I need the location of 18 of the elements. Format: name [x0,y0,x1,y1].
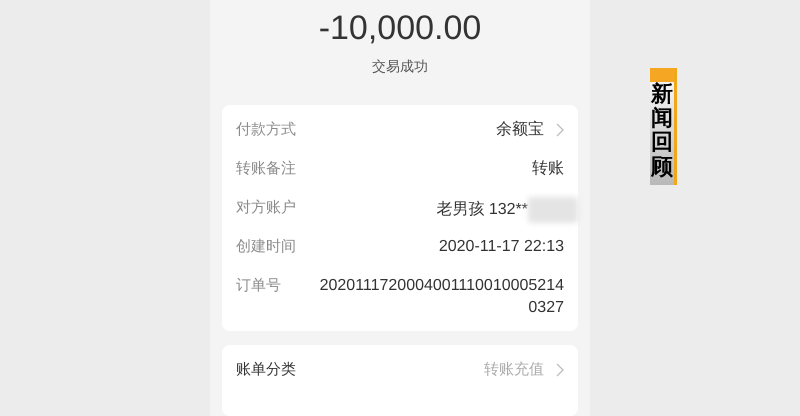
detail-label: 订单号 [236,276,282,296]
detail-label: 转账备注 [236,159,297,179]
amount: -10,000.00 [318,8,482,49]
detail-value: 转账 [532,159,564,179]
chevron-right-icon [556,123,564,137]
caption-text: 新闻回顾 [650,82,674,185]
caption-accent-bar [650,68,674,82]
detail-label: 创建时间 [236,237,297,257]
detail-label: 付款方式 [236,120,297,140]
detail-value: 20201117200040011100100052140327 [318,276,564,318]
redaction-blur [528,197,578,223]
status-text: 交易成功 [371,57,429,76]
detail-value[interactable]: 余额宝 [496,119,544,141]
detail-value: 2020-11-17 22:13 [438,237,564,257]
category-label: 账单分类 [236,360,297,380]
detail-label: 对方账户 [236,198,297,218]
detail-value: 老男孩 132** [436,200,528,220]
chevron-right-icon [556,363,564,378]
